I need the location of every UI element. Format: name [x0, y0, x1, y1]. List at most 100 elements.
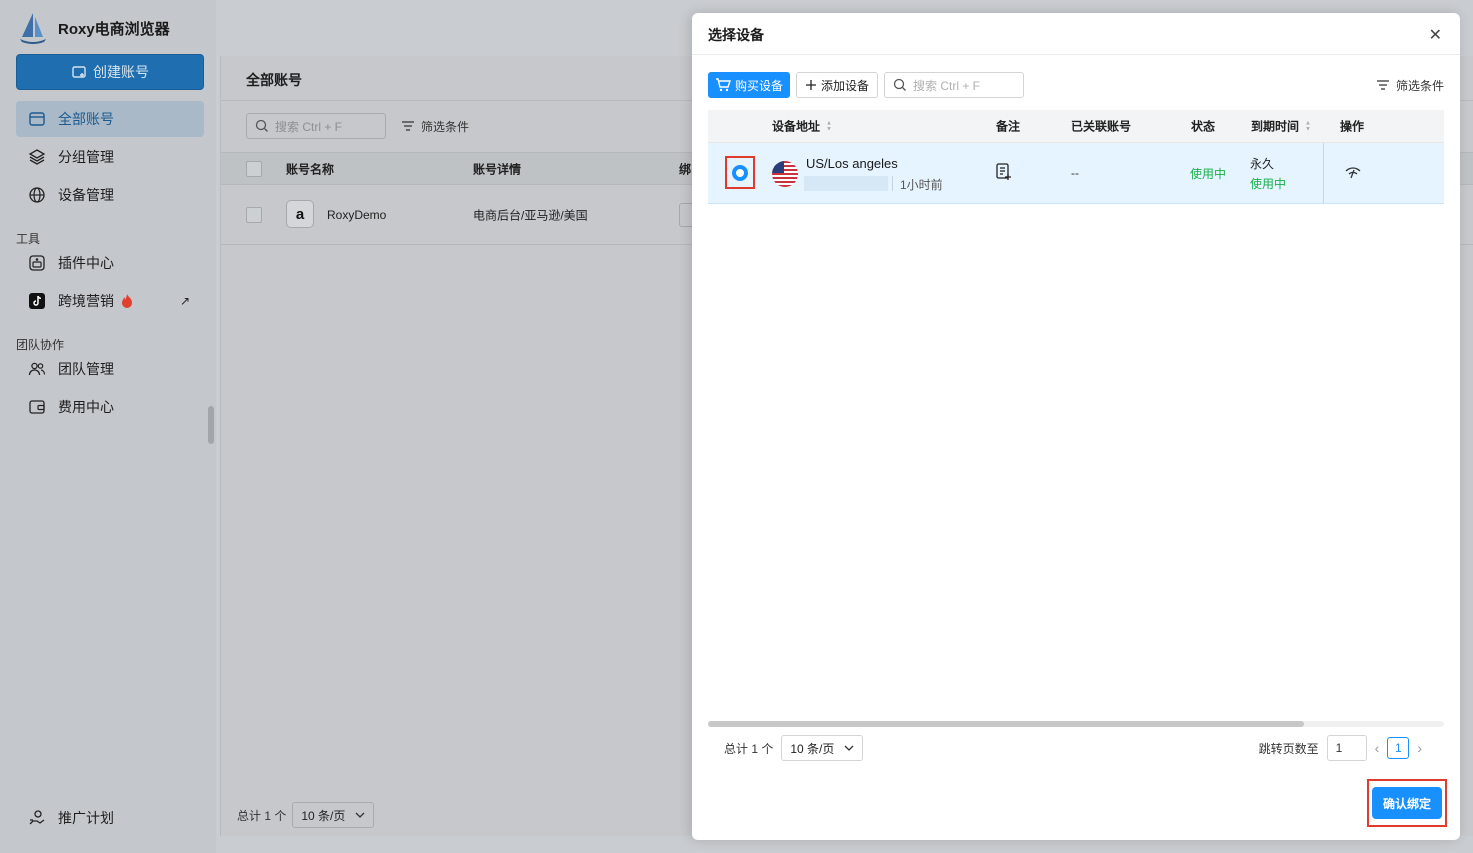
close-icon[interactable]: ✕: [1429, 25, 1442, 45]
total-count: 总计 1 个: [724, 741, 774, 756]
device-table-header: 设备地址 ▲ ▼ 备注 已关联账号 状态 到期时间 ▲ ▼ 操作: [708, 110, 1444, 143]
search-icon: [893, 78, 906, 91]
brand: Roxy电商浏览器: [18, 10, 170, 46]
create-account-label: 创建账号: [93, 64, 149, 80]
page-size-select[interactable]: 10 条/页: [292, 802, 375, 828]
jump-label: 跳转页数至: [1258, 741, 1319, 756]
page-number: 1: [1394, 741, 1402, 755]
globe-icon: [28, 186, 46, 204]
divider: [1323, 143, 1324, 203]
dialog-pagination-left: 总计 1 个 10 条/页: [724, 735, 864, 761]
column-header: 绑: [679, 162, 692, 176]
select-device-dialog: 选择设备 ✕ 购买设备 添加设备 搜索 Ctrl + F 筛选条件 设备地址 ▲…: [692, 13, 1460, 840]
column-header-expire[interactable]: 到期时间 ▲ ▼: [1251, 118, 1311, 135]
team-icon: [28, 360, 46, 378]
create-account-button[interactable]: 创建账号: [16, 54, 204, 90]
sidebar-item-label: 费用中心: [58, 399, 114, 415]
jump-page-input[interactable]: 1: [1326, 735, 1367, 761]
confirm-highlight: 确认绑定: [1367, 779, 1447, 827]
device-radio-highlight[interactable]: [725, 156, 755, 189]
chevron-down-icon: [355, 812, 365, 818]
sidebar-item-devices[interactable]: 设备管理: [16, 177, 204, 213]
sidebar-item-label: 插件中心: [58, 255, 114, 271]
app-title: Roxy电商浏览器: [58, 20, 170, 38]
page-size-select[interactable]: 10 条/页: [781, 735, 864, 761]
column-header-note: 备注: [996, 118, 1020, 135]
device-location: US/Los angeles: [806, 156, 898, 171]
accounts-icon: [28, 110, 46, 128]
sidebar-item-marketing[interactable]: 跨境营销 ↗: [16, 283, 204, 319]
column-header-label: 到期时间: [1251, 119, 1300, 134]
add-device-button[interactable]: 添加设备: [796, 72, 878, 98]
sidebar: Roxy电商浏览器 创建账号 全部账号 分组管理 设备管理 工具 插件中心 跨境…: [0, 0, 216, 853]
status-badge: 使用中: [1190, 167, 1227, 181]
column-header: 账号详情: [473, 162, 522, 176]
connection-check-icon[interactable]: [1344, 165, 1362, 179]
table-horizontal-scrollbar[interactable]: [708, 721, 1444, 727]
account-search-input[interactable]: 搜索 Ctrl + F: [246, 113, 386, 139]
search-placeholder: 搜索 Ctrl + F: [913, 78, 981, 93]
sidebar-item-plugins[interactable]: 插件中心: [16, 245, 204, 281]
dialog-pagination-right: 跳转页数至 1 ‹ 1 ›: [1259, 735, 1422, 761]
account-filter-button[interactable]: 筛选条件: [401, 113, 469, 139]
sidebar-item-label: 团队管理: [58, 361, 114, 377]
total-count: 总计 1 个: [237, 808, 287, 823]
device-filter-button[interactable]: 筛选条件: [1376, 72, 1444, 98]
column-header-address[interactable]: 设备地址 ▲ ▼: [772, 118, 832, 135]
edit-note-icon[interactable]: [996, 163, 1012, 181]
sidebar-item-label: 全部账号: [58, 111, 114, 127]
device-search-input[interactable]: 搜索 Ctrl + F: [884, 72, 1024, 98]
jump-page-value: 1: [1335, 741, 1343, 755]
row-checkbox[interactable]: [246, 207, 262, 223]
ip-redacted: [804, 176, 888, 191]
search-placeholder: 搜索 Ctrl + F: [275, 119, 343, 134]
chevron-down-icon: [844, 745, 854, 751]
confirm-bind-button[interactable]: 确认绑定: [1372, 787, 1442, 819]
select-all-checkbox[interactable]: [246, 161, 262, 177]
dialog-header: 选择设备 ✕: [692, 13, 1460, 55]
sidebar-item-all-accounts[interactable]: 全部账号: [16, 101, 204, 137]
tiktok-icon: [28, 292, 46, 310]
sidebar-item-promotion[interactable]: 推广计划: [16, 800, 204, 836]
layers-icon: [28, 148, 46, 166]
sidebar-item-groups[interactable]: 分组管理: [16, 139, 204, 175]
sidebar-item-team[interactable]: 团队管理: [16, 351, 204, 387]
page-number-current[interactable]: 1: [1387, 737, 1410, 759]
column-header-label: 状态: [1191, 119, 1216, 134]
promo-icon: [28, 809, 46, 827]
sidebar-item-billing[interactable]: 费用中心: [16, 389, 204, 425]
column-header-action: 操作: [1340, 118, 1364, 135]
plus-icon: [805, 80, 816, 90]
chevron-left-icon[interactable]: ‹: [1375, 740, 1380, 756]
filter-label: 筛选条件: [1395, 78, 1444, 93]
us-flag-icon: [772, 161, 798, 187]
dialog-title: 选择设备: [708, 27, 764, 43]
filter-icon: [402, 121, 414, 131]
column-header-label: 已关联账号: [1071, 119, 1132, 134]
create-icon: [72, 66, 86, 78]
divider: [892, 176, 893, 191]
sidebar-item-label: 推广计划: [58, 810, 114, 826]
chevron-right-icon[interactable]: ›: [1417, 740, 1422, 756]
account-detail: 电商后台/亚马逊/美国: [473, 208, 588, 222]
sidebar-item-label: 跨境营销: [58, 293, 114, 309]
table-row[interactable]: US/Los angeles 1小时前 -- 使用中 永久 使用中: [708, 143, 1444, 204]
column-header-label: 备注: [996, 119, 1021, 134]
wallet-icon: [28, 398, 46, 416]
account-name: RoxyDemo: [327, 207, 387, 222]
main-pagination: 总计 1 个 10 条/页: [237, 802, 375, 828]
sidebar-scrollbar[interactable]: [208, 406, 214, 444]
column-header-label: 设备地址: [772, 119, 821, 134]
sort-icon: ▲ ▼: [1305, 120, 1311, 132]
column-header-status: 状态: [1191, 118, 1215, 135]
page-size-value: 10 条/页: [301, 808, 346, 823]
add-device-label: 添加设备: [820, 78, 869, 93]
column-header: 账号名称: [286, 162, 335, 176]
filter-icon: [1376, 80, 1389, 90]
device-radio[interactable]: [732, 164, 748, 181]
scrollbar-thumb[interactable]: [708, 721, 1304, 727]
filter-label: 筛选条件: [421, 119, 470, 134]
buy-device-button[interactable]: 购买设备: [708, 72, 790, 98]
search-icon: [255, 119, 268, 132]
expire-status: 使用中: [1250, 177, 1287, 191]
